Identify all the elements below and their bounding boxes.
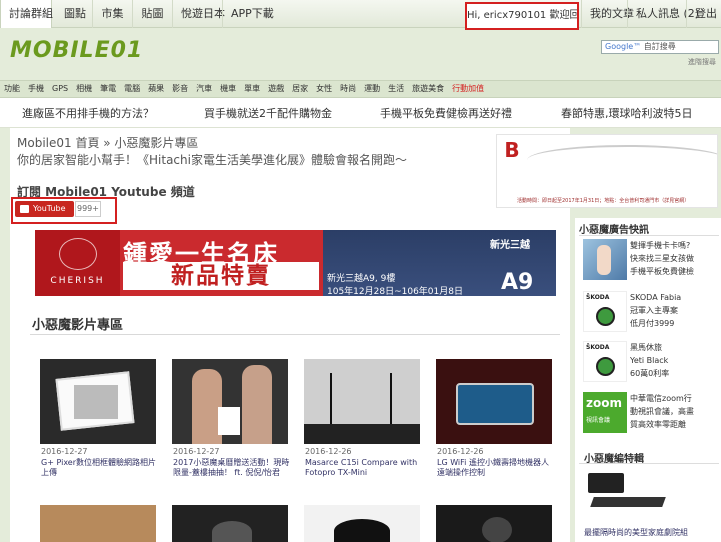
news-text[interactable]: 黑馬休旅 Yeti Black 60萬0利率 [630,341,669,380]
divider [579,463,719,464]
video-thumbnail[interactable] [172,505,288,542]
cat-item[interactable]: 女性 [312,81,336,97]
video-thumbnail[interactable] [436,359,552,444]
skoda-logo[interactable]: ŠKODA [583,341,627,382]
cat-item[interactable]: 手機 [24,81,48,97]
skoda-emblem-icon [596,307,615,326]
event-headline-link[interactable]: 你的居家智能小幫手！《Hitachi家電生活美學進化展》體驗會報名開跑～ [17,151,407,168]
promo-link[interactable]: 進廠區不用排手機的方法？ [22,105,154,121]
top-bar: 討論群組 圖點 市集 貼圖 悅遊日本 APP下載 我的文章 私人訊息 (2) 登… [0,0,721,28]
news-text[interactable]: SKODA Fabia 冠軍入主專案 低月付3999 [630,291,681,330]
ad-dates: 105年12月28日~106年01月8日 [327,287,463,296]
search-input[interactable]: Google™ 自訂搜尋 [601,40,719,54]
editor-image[interactable] [584,467,668,525]
ad-location: 新光三越A9, 9樓 [327,274,396,284]
video-title[interactable]: Masarce C15i Compare with Fotopro TX-Min… [305,458,423,478]
news-text[interactable]: 雙揮手機卡卡嗎? 快來找三星女孩做 手機平板免費健檢 [630,239,694,278]
bridgestone-logo: B [504,138,520,162]
cat-item[interactable]: 電腦 [120,81,144,97]
store-name: 新光三越 [490,240,530,251]
cherish-banner-ad[interactable]: CHERISH 鍾愛一生名床 新品特賣 新光三越 A9 新光三越A9, 9樓 1… [35,230,556,296]
cat-item[interactable]: 時尚 [336,81,360,97]
ad-subheadline: 新品特賣 [123,262,319,290]
video-thumbnail[interactable] [40,359,156,444]
cat-item[interactable]: 遊戲 [264,81,288,97]
private-messages-link[interactable]: 私人訊息 (2) [627,0,699,28]
cat-item[interactable]: 功能 [0,81,24,97]
cat-item[interactable]: 蘋果 [144,81,168,97]
video-thumbnail[interactable] [304,505,420,542]
cat-item[interactable]: 汽車 [192,81,216,97]
tab-japan[interactable]: 悅遊日本 [172,0,225,28]
cat-item[interactable]: 生活 [384,81,408,97]
video-date: 2016-12-26 [305,447,352,456]
section-title: 小惡魔影片專區 [32,318,124,333]
tab-app-download[interactable]: APP下載 [222,0,274,28]
bridgestone-ad[interactable]: B 活動時間：即日起至2017年1月31日；地點：全台普利司通門市（詳見官網） [496,134,718,208]
search-placeholder: 自訂搜尋 [643,42,676,51]
store-code: A9 [501,270,534,295]
ad-graphic [527,145,717,175]
promo-strip: 進廠區不用排手機的方法？ 買手機就送2千配件購物金 手機平板免費健檢再送好禮 春… [0,98,721,128]
video-title[interactable]: G+ Pixer數位相框體驗網路相片上傳 [41,458,159,478]
divider [579,235,719,236]
tab-stickers[interactable]: 貼圖 [132,0,172,28]
cat-item[interactable]: 筆電 [96,81,120,97]
advanced-search-link[interactable]: 進階搜尋 [688,57,716,67]
video-date: 2016-12-26 [437,447,484,456]
promo-link[interactable]: 買手機就送2千配件購物金 [204,105,332,121]
cat-item[interactable]: 單車 [240,81,264,97]
tab-forum[interactable]: 討論群組 [0,0,53,28]
zoom-logo[interactable]: zoom 視訊會議 [583,392,627,433]
cat-item-hot[interactable]: 行動加值 [448,81,488,97]
promo-link[interactable]: 手機平板免費健檢再送好禮 [380,105,512,121]
cat-item[interactable]: 居家 [288,81,312,97]
video-thumbnail[interactable] [436,505,552,542]
video-thumbnail[interactable] [172,359,288,444]
video-title[interactable]: 2017小惡魔桌曆贈送活動！現時限量-蓋樓抽抽！ ft. 倪倪/怡君 [173,458,291,478]
ad-store-panel: 新光三越 A9 新光三越A9, 9樓 105年12月28日~106年01月8日 [323,230,556,296]
divider [30,334,560,335]
video-date: 2016-12-27 [173,447,220,456]
google-label: Google™ [605,42,642,51]
news-text[interactable]: 中華電信zoom行 動視訊會議，高畫 質高效率零距離 [630,392,694,431]
youtube-label: YouTube [33,204,66,213]
skoda-emblem-icon [596,357,615,376]
my-articles-link[interactable]: 我的文章 [581,0,634,28]
cat-item[interactable]: GPS [48,81,72,97]
promo-link[interactable]: 春節特惠,環球哈利波特5日 [561,105,693,121]
youtube-subscribe-button[interactable]: YouTube [15,201,74,217]
cat-item[interactable]: 相機 [72,81,96,97]
news-image[interactable] [583,239,627,280]
cat-item[interactable]: 運動 [360,81,384,97]
site-logo[interactable]: MOBILE01 [10,37,144,63]
logo-text: MOBILE01 [10,37,144,63]
video-thumbnail[interactable] [304,359,420,444]
tab-market[interactable]: 市集 [92,0,132,28]
video-title[interactable]: LG WiFi 遙控小鐵壽掃地機器人遠端操作控制 [437,458,555,478]
video-date: 2016-12-27 [41,447,88,456]
cat-item[interactable]: 旅遊美食 [408,81,448,97]
breadcrumb[interactable]: Mobile01 首頁 » 小惡魔影片專區 [17,134,198,151]
tab-photo[interactable]: 圖點 [56,0,92,28]
cherish-brand: CHERISH [50,276,105,286]
skoda-logo[interactable]: ŠKODA [583,291,627,332]
ad-fine-print: 活動時間：即日起至2017年1月31日；地點：全台普利司通門市（詳見官網） [517,198,690,204]
editor-link[interactable]: 最擺隔時尚的美型家庭劇院組 [584,526,688,539]
category-nav: 功能 手機 GPS 相機 筆電 電腦 蘋果 影音 汽車 機車 單車 遊戲 居家 女性 時尚 運動 生活 旅遊美食行… [0,80,721,98]
heart-icon [59,238,97,270]
cherish-logo: CHERISH [35,230,120,296]
video-thumbnail[interactable] [40,505,156,542]
cat-item[interactable]: 機車 [216,81,240,97]
user-greeting-menu[interactable]: Hi, ericx790101 歡迎回來 ▾ [465,2,579,30]
cat-item[interactable]: 影音 [168,81,192,97]
subscriber-count: 999+ [75,201,101,217]
youtube-icon [20,205,29,213]
logout-link[interactable]: 登出 [686,0,721,28]
sidebar-news-title: 小惡魔廣告快訊 [579,225,649,236]
